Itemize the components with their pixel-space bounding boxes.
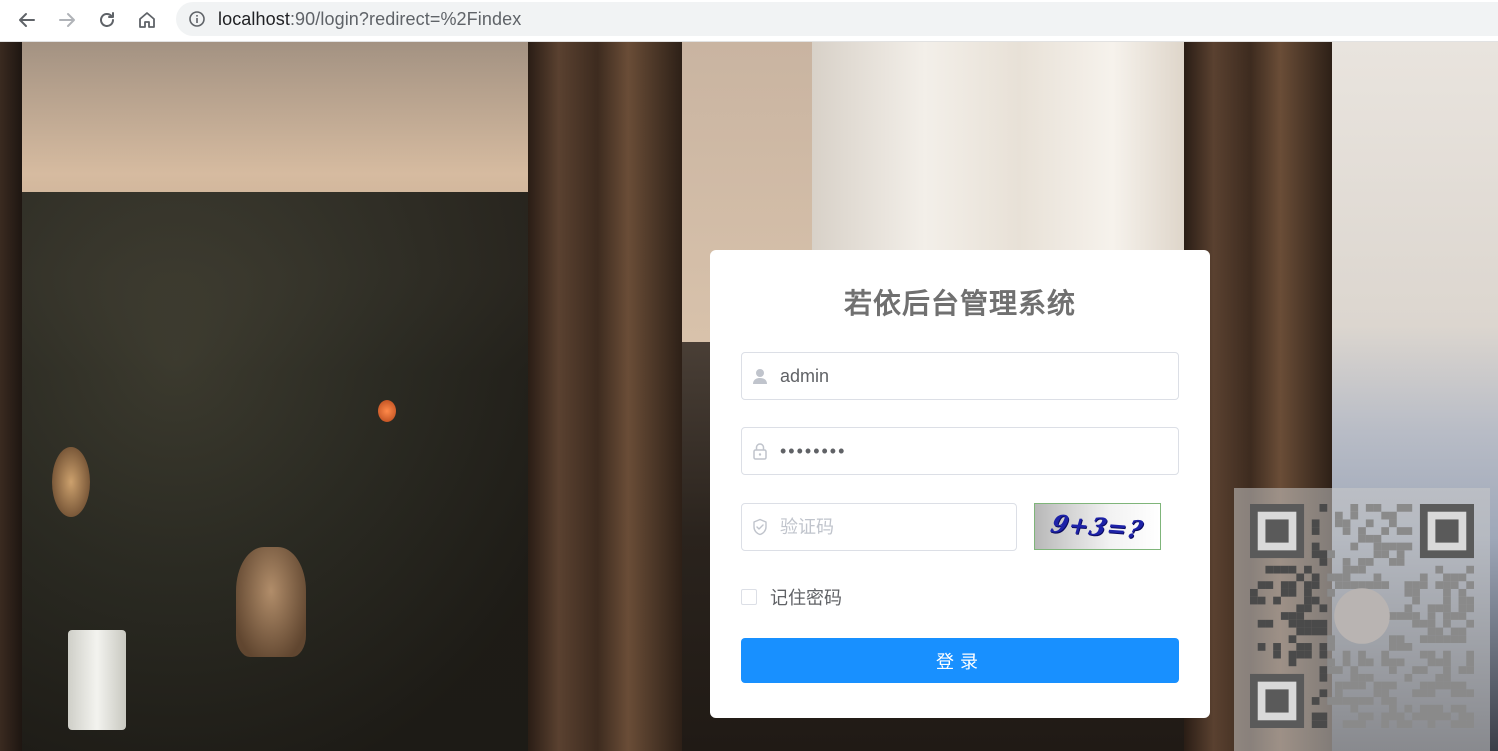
reload-button[interactable] xyxy=(94,7,120,33)
home-button[interactable] xyxy=(134,7,160,33)
url-host: localhost xyxy=(218,8,290,29)
shield-check-icon xyxy=(751,518,769,536)
back-arrow-icon xyxy=(19,13,35,27)
info-icon[interactable] xyxy=(188,10,206,28)
remember-checkbox[interactable] xyxy=(741,589,757,605)
url-text[interactable]: localhost:90/login?redirect=%2Findex xyxy=(218,9,521,30)
remember-me[interactable]: 记住密码 xyxy=(741,584,842,610)
lock-icon xyxy=(751,442,769,460)
reload-icon xyxy=(100,12,114,27)
url-path: :90/login?redirect=%2Findex xyxy=(289,8,522,29)
home-icon xyxy=(139,12,155,28)
user-icon xyxy=(751,367,769,385)
back-button[interactable] xyxy=(14,7,40,33)
captcha-input[interactable] xyxy=(780,505,1016,549)
qr-code-icon xyxy=(1250,504,1474,728)
forward-button[interactable] xyxy=(54,7,80,33)
captcha-text: 9+3=? xyxy=(1047,508,1148,545)
captcha-image[interactable]: 9+3=? xyxy=(1034,503,1161,550)
captcha-field[interactable] xyxy=(741,503,1017,551)
password-input[interactable] xyxy=(780,429,1178,473)
login-form: 若依后台管理系统 9+3=? xyxy=(710,250,1210,718)
password-field[interactable] xyxy=(741,427,1179,475)
address-bar[interactable]: localhost:90/login?redirect=%2Findex xyxy=(176,2,1498,36)
username-input[interactable] xyxy=(780,354,1178,398)
page-title: 若依后台管理系统 xyxy=(843,287,1076,320)
remember-label: 记住密码 xyxy=(770,588,842,609)
qr-code[interactable] xyxy=(1234,488,1490,751)
username-field[interactable] xyxy=(741,352,1179,400)
browser-toolbar: localhost:90/login?redirect=%2Findex xyxy=(0,0,1498,42)
login-button[interactable]: 登录 xyxy=(741,638,1179,683)
forward-arrow-icon xyxy=(59,13,75,27)
